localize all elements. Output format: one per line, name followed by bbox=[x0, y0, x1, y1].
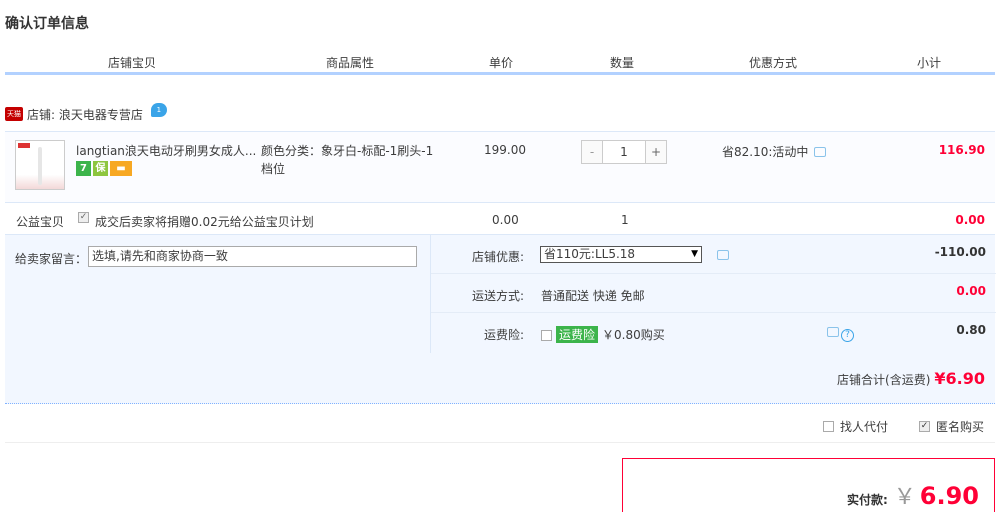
freight-insurance-row: 运费险: 运费险 ￥0.80购买 ? 0.80 bbox=[431, 313, 996, 352]
discount-detail-icon[interactable] bbox=[717, 250, 729, 260]
freight-insurance-amount: 0.80 bbox=[956, 323, 986, 337]
column-divider bbox=[683, 52, 685, 72]
column-quantity: 数量 bbox=[610, 56, 635, 70]
payment-amount: 6.90 bbox=[919, 482, 979, 510]
order-detail-block: 给卖家留言： 选填,请先和商家协商一致 店铺优惠: 省110元:LL5.18 ▼… bbox=[5, 234, 996, 404]
seller-message-label: 给卖家留言： bbox=[15, 252, 88, 266]
quantity-input[interactable]: 1 bbox=[603, 141, 645, 163]
shop-discount-amount: -110.00 bbox=[934, 245, 986, 259]
item-subtotal: 116.90 bbox=[938, 143, 985, 157]
charity-label: 公益宝贝 bbox=[16, 215, 65, 229]
insurance-help: ? bbox=[821, 326, 854, 342]
freight-insurance-option: 运费险 ￥0.80购买 bbox=[541, 326, 665, 343]
credit-card-icon[interactable]: ▬ bbox=[110, 161, 132, 176]
charity-description: 成交后卖家将捐赠0.02元给公益宝贝计划 bbox=[95, 215, 314, 229]
service-badges: 7 保 ▬ bbox=[76, 161, 132, 176]
quantity-decrease-button[interactable]: - bbox=[582, 141, 603, 163]
charity-quantity: 1 bbox=[621, 213, 629, 227]
anonymous-buy-option[interactable]: ✓ 匿名购买 bbox=[919, 418, 984, 435]
payment-total: 实付款: ￥ 6.90 bbox=[847, 479, 979, 511]
payment-summary: 实付款: ￥ 6.90 bbox=[622, 458, 995, 512]
seller-message-input[interactable]: 选填,请先和商家协商一致 bbox=[88, 246, 417, 267]
promotion-detail-icon[interactable] bbox=[814, 146, 827, 157]
dropdown-arrow-icon: ▼ bbox=[691, 249, 698, 259]
column-divider bbox=[441, 52, 443, 72]
shop-discount-selected: 省110元:LL5.18 bbox=[544, 247, 636, 261]
proxy-pay-checkbox[interactable] bbox=[823, 421, 834, 432]
charity-row: 公益宝贝 ✓ 成交后卖家将捐赠0.02元给公益宝贝计划 0.00 1 0.00 bbox=[5, 204, 995, 234]
proxy-pay-option[interactable]: 找人代付 bbox=[823, 418, 888, 435]
column-attributes: 商品属性 bbox=[326, 56, 375, 70]
anonymous-buy-label: 匿名购买 bbox=[936, 420, 985, 434]
column-discount: 优惠方式 bbox=[749, 56, 798, 70]
shop-discount-select[interactable]: 省110元:LL5.18 ▼ bbox=[540, 246, 702, 263]
charity-price: 0.00 bbox=[492, 213, 519, 227]
charity-subtotal: 0.00 bbox=[955, 213, 985, 227]
shipping-method: 普通配送 快递 免邮 bbox=[541, 289, 645, 303]
shop-total-amount: ¥6.90 bbox=[934, 369, 985, 388]
purchase-options-row: 找人代付 ✓ 匿名购买 bbox=[5, 410, 995, 443]
payment-label: 实付款: bbox=[846, 493, 888, 507]
shipping-row: 运送方式: 普通配送 快递 免邮 0.00 bbox=[431, 274, 996, 313]
product-title-link[interactable]: langtian浪天电动牙刷男女成人... bbox=[76, 142, 256, 159]
shop-name-link[interactable]: 店铺: 浪天电器专营店 bbox=[27, 106, 143, 123]
column-header: 店铺宝贝 商品属性 单价 数量 优惠方式 小计 bbox=[5, 52, 995, 75]
product-attribute: 颜色分类：象牙白-标配-1刷头-1档位 bbox=[261, 144, 434, 176]
column-divider bbox=[865, 52, 867, 72]
insurance-detail-icon[interactable] bbox=[827, 327, 839, 337]
freight-insurance-checkbox[interactable] bbox=[541, 330, 552, 341]
order-options-panel: 店铺优惠: 省110元:LL5.18 ▼ -110.00 运送方式: 普通配送 … bbox=[430, 235, 996, 353]
shop-total-label: 店铺合计(含运费) bbox=[837, 373, 931, 387]
column-divider bbox=[568, 52, 570, 72]
anonymous-buy-checkbox[interactable]: ✓ bbox=[919, 421, 930, 432]
column-subtotal: 小计 bbox=[917, 56, 942, 70]
payment-currency: ￥ bbox=[893, 485, 916, 510]
shop-total: 店铺合计(含运费) ¥6.90 bbox=[837, 369, 985, 388]
unit-price: 199.00 bbox=[484, 143, 526, 157]
shop-row: 天猫 店铺: 浪天电器专营店 1 bbox=[5, 103, 167, 124]
guarantee-icon[interactable]: 保 bbox=[93, 161, 108, 176]
freight-insurance-price: ￥0.80购买 bbox=[602, 328, 665, 342]
promotion-text: 省82.10:活动中 bbox=[722, 145, 809, 159]
wangwang-chat-icon[interactable]: 1 bbox=[150, 103, 167, 117]
shipping-label: 运送方式: bbox=[471, 289, 524, 303]
thumbnail-brand-tag bbox=[18, 143, 30, 148]
freight-insurance-tag: 运费险 bbox=[556, 326, 599, 343]
product-thumbnail[interactable] bbox=[15, 140, 65, 190]
quantity-increase-button[interactable]: + bbox=[645, 141, 666, 163]
proxy-pay-label: 找人代付 bbox=[840, 420, 889, 434]
promotion-info: 省82.10:活动中 bbox=[722, 143, 827, 160]
page-title: 确认订单信息 bbox=[5, 16, 89, 32]
shop-discount-label: 店铺优惠: bbox=[471, 250, 524, 264]
shipping-amount: 0.00 bbox=[956, 284, 986, 298]
tmall-icon: 天猫 bbox=[5, 107, 23, 121]
toothbrush-image bbox=[38, 147, 42, 185]
seven-day-return-icon[interactable]: 7 bbox=[76, 161, 91, 176]
help-icon[interactable]: ? bbox=[841, 329, 854, 342]
freight-insurance-label: 运费险: bbox=[483, 328, 524, 342]
quantity-stepper: - 1 + bbox=[581, 140, 667, 164]
order-item-row: langtian浪天电动牙刷男女成人... 7 保 ▬ 颜色分类：象牙白-标配-… bbox=[5, 131, 995, 203]
column-price: 单价 bbox=[489, 56, 514, 70]
shop-discount-row: 店铺优惠: 省110元:LL5.18 ▼ -110.00 bbox=[431, 235, 996, 274]
column-shop-items: 店铺宝贝 bbox=[108, 56, 157, 70]
column-divider bbox=[259, 52, 261, 72]
charity-checkbox: ✓ bbox=[78, 212, 89, 223]
